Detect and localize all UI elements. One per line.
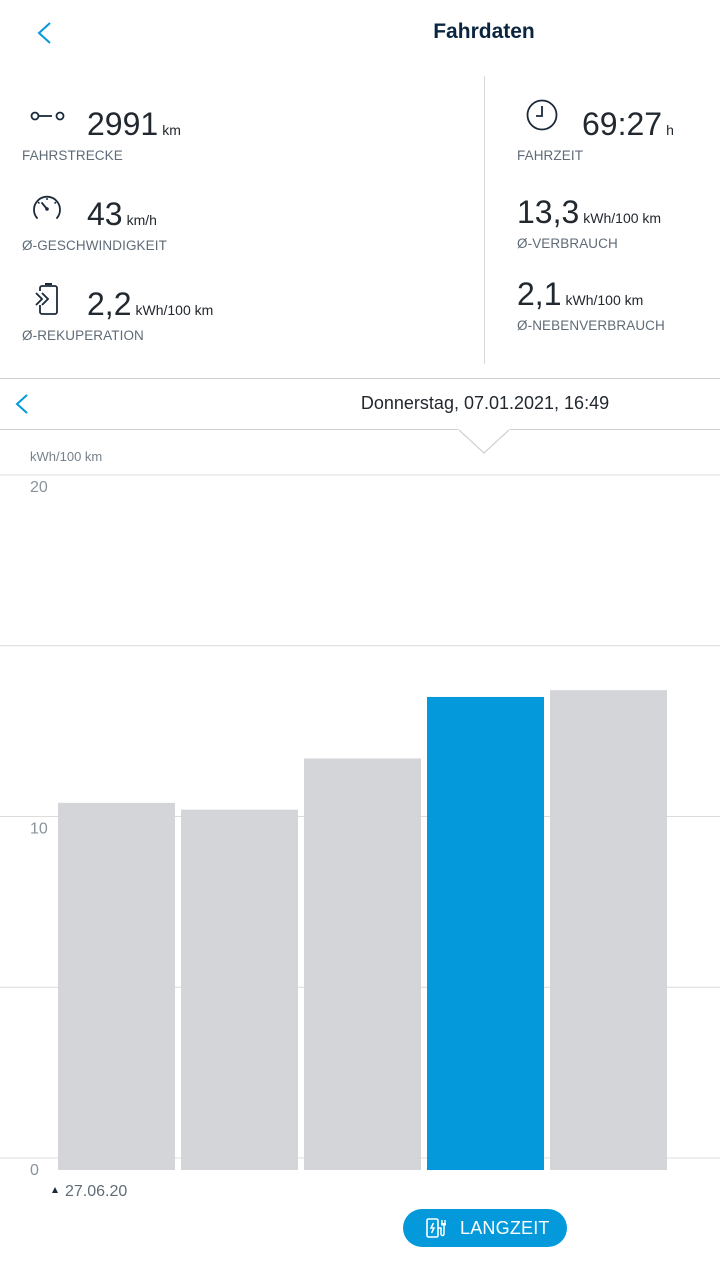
date-bar-bottom-line [0,429,720,430]
recuperation-label: Ø-REKUPERATION [22,328,144,343]
bar [550,690,667,1170]
long-term-button[interactable]: LANGZEIT [403,1209,567,1247]
speed-value: 43 km/h [87,196,157,233]
aux-consumption-label: Ø-NEBENVERBRAUCH [517,318,665,333]
recuperation-value: 2,2 kWh/100 km [87,286,213,323]
trip-stats: 2991 km FAHRSTRECKE 43 km/h Ø-GESCHWINDIGK… [0,70,720,378]
distance-label: FAHRSTRECKE [22,148,123,163]
distance-value: 2991 km [87,106,181,143]
clock-icon [526,99,558,131]
back-icon[interactable] [30,18,60,48]
aux-consumption-unit: kWh/100 km [565,292,644,308]
time-number: 69:27 [582,106,663,142]
speed-label: Ø-GESCHWINDIGKEIT [22,238,167,253]
app-header: Fahrdaten [0,0,720,70]
speed-number: 43 [87,196,123,232]
start-date-label: 27.06.20 [65,1183,127,1200]
chart-y-unit: kWh/100 km [30,449,103,464]
battery-charge-icon [35,283,58,315]
page-title: Fahrdaten [433,20,535,43]
start-marker-icon [52,1187,58,1193]
route-icon [30,111,65,121]
long-term-label: LANGZEIT [460,1218,550,1238]
chart-plot: 0 10 20 27.06.20 [0,474,720,1200]
consumption-label: Ø-VERBRAUCH [517,236,618,251]
date-navigator: Donnerstag, 07.01.2021, 16:49 [0,379,720,429]
consumption-value: 13,3 kWh/100 km [517,194,661,231]
bar-selected [427,696,544,1170]
bar [58,802,175,1170]
aux-consumption-value: 2,1 kWh/100 km [517,276,643,313]
distance-number: 2991 [87,106,159,142]
previous-trip-icon[interactable] [10,391,36,417]
aux-consumption-number: 2,1 [517,276,562,312]
stats-divider [484,76,485,364]
distance-unit: km [162,122,181,138]
speed-unit: km/h [126,212,157,228]
consumption-number: 13,3 [517,194,580,230]
y-tick-label: 0 [30,1162,39,1179]
bar [181,809,298,1170]
charging-station-icon [426,1218,446,1238]
time-unit: h [666,122,674,138]
trip-date: Donnerstag, 07.01.2021, 16:49 [360,393,610,413]
y-tick-label: 20 [30,479,48,496]
recuperation-unit: kWh/100 km [135,302,214,318]
speedometer-icon [33,195,61,219]
consumption-unit: kWh/100 km [583,210,662,226]
time-value: 69:27 h [582,106,674,143]
y-tick-label: 10 [30,821,48,838]
bar [304,758,421,1170]
consumption-chart: kWh/100 km 0 10 20 27.06.20 [0,440,720,1200]
time-label: FAHRZEIT [517,148,584,163]
recuperation-number: 2,2 [87,286,132,322]
